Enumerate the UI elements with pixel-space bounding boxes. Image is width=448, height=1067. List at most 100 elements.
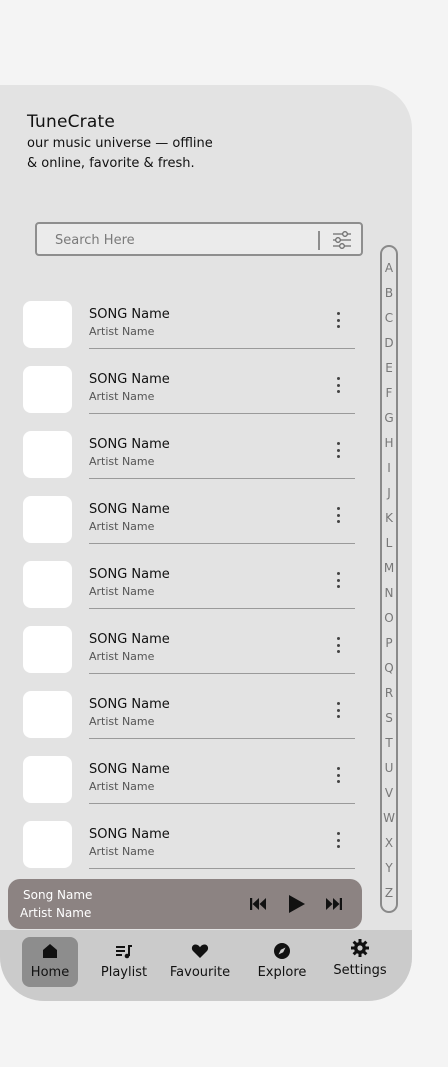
alphabet-letter[interactable]: T	[382, 736, 396, 750]
more-options-icon[interactable]	[329, 570, 347, 590]
artist-name: Artist Name	[89, 845, 155, 858]
alphabet-letter[interactable]: B	[382, 286, 396, 300]
alphabet-letter[interactable]: Z	[382, 886, 396, 900]
more-options-icon[interactable]	[329, 830, 347, 850]
compass-icon	[272, 941, 292, 961]
alphabet-letter[interactable]: I	[382, 461, 396, 475]
alphabet-letter[interactable]: J	[382, 486, 396, 500]
more-options-icon[interactable]	[329, 310, 347, 330]
nav-home[interactable]: Home	[22, 937, 78, 987]
alphabet-letter[interactable]: V	[382, 786, 396, 800]
row-divider	[89, 478, 355, 479]
nav-favourite-label: Favourite	[169, 965, 231, 980]
album-art	[23, 691, 72, 738]
album-art	[23, 431, 72, 478]
bottom-nav: Home Playlist Favourite Explore Settings	[0, 930, 412, 1001]
alphabet-letter[interactable]: N	[382, 586, 396, 600]
song-row[interactable]: SONG Name Artist Name	[0, 821, 370, 886]
song-row[interactable]: SONG Name Artist Name	[0, 626, 370, 691]
more-options-icon[interactable]	[329, 765, 347, 785]
artist-name: Artist Name	[89, 585, 155, 598]
filter-sliders-icon[interactable]	[331, 229, 353, 251]
search-bar	[35, 222, 363, 256]
alphabet-letter[interactable]: W	[382, 811, 396, 825]
nav-settings[interactable]: Settings	[330, 937, 390, 987]
previous-icon[interactable]	[247, 893, 269, 915]
row-divider	[89, 413, 355, 414]
album-art	[23, 626, 72, 673]
song-row[interactable]: SONG Name Artist Name	[0, 431, 370, 496]
play-icon[interactable]	[285, 893, 307, 915]
album-art	[23, 821, 72, 868]
song-name: SONG Name	[89, 567, 170, 582]
album-art	[23, 496, 72, 543]
artist-name: Artist Name	[89, 325, 155, 338]
row-divider	[89, 673, 355, 674]
artist-name: Artist Name	[89, 715, 155, 728]
song-name: SONG Name	[89, 697, 170, 712]
more-options-icon[interactable]	[329, 700, 347, 720]
song-row[interactable]: SONG Name Artist Name	[0, 496, 370, 561]
song-name: SONG Name	[89, 502, 170, 517]
alphabet-letter[interactable]: P	[382, 636, 396, 650]
alphabet-letter[interactable]: M	[382, 561, 396, 575]
alphabet-letter[interactable]: F	[382, 386, 396, 400]
song-row[interactable]: SONG Name Artist Name	[0, 561, 370, 626]
row-divider	[89, 868, 355, 869]
row-divider	[89, 543, 355, 544]
app-tagline: our music universe — offline & online, f…	[27, 136, 213, 171]
alphabet-letter[interactable]: S	[382, 711, 396, 725]
album-art	[23, 561, 72, 608]
heart-icon	[190, 941, 210, 961]
alphabet-letter[interactable]: R	[382, 686, 396, 700]
nav-playlist[interactable]: Playlist	[96, 937, 152, 987]
more-options-icon[interactable]	[329, 375, 347, 395]
song-row[interactable]: SONG Name Artist Name	[0, 756, 370, 821]
album-art	[23, 301, 72, 348]
album-art	[23, 366, 72, 413]
alphabet-index[interactable]: ABCDEFGHIJKLMNOPQRSTUVWXYZ	[380, 245, 398, 913]
now-playing-artist: Artist Name	[20, 906, 92, 920]
next-icon[interactable]	[323, 893, 345, 915]
artist-name: Artist Name	[89, 390, 155, 403]
song-name: SONG Name	[89, 762, 170, 777]
row-divider	[89, 803, 355, 804]
row-divider	[89, 608, 355, 609]
artist-name: Artist Name	[89, 520, 155, 533]
song-row[interactable]: SONG Name Artist Name	[0, 691, 370, 756]
mini-player[interactable]: Song Name Artist Name	[8, 879, 362, 929]
gear-icon	[350, 938, 370, 958]
nav-explore-label: Explore	[257, 965, 307, 980]
home-icon	[40, 941, 60, 961]
alphabet-letter[interactable]: E	[382, 361, 396, 375]
alphabet-letter[interactable]: G	[382, 411, 396, 425]
nav-favourite[interactable]: Favourite	[168, 937, 232, 987]
artist-name: Artist Name	[89, 780, 155, 793]
alphabet-letter[interactable]: K	[382, 511, 396, 525]
alphabet-letter[interactable]: O	[382, 611, 396, 625]
more-options-icon[interactable]	[329, 440, 347, 460]
more-options-icon[interactable]	[329, 635, 347, 655]
nav-playlist-label: Playlist	[100, 965, 148, 980]
alphabet-letter[interactable]: U	[382, 761, 396, 775]
alphabet-letter[interactable]: H	[382, 436, 396, 450]
alphabet-letter[interactable]: L	[382, 536, 396, 550]
search-divider	[318, 231, 320, 250]
artist-name: Artist Name	[89, 650, 155, 663]
row-divider	[89, 348, 355, 349]
alphabet-letter[interactable]: X	[382, 836, 396, 850]
more-options-icon[interactable]	[329, 505, 347, 525]
nav-explore[interactable]: Explore	[254, 937, 310, 987]
alphabet-letter[interactable]: Y	[382, 861, 396, 875]
alphabet-letter[interactable]: A	[382, 261, 396, 275]
song-row[interactable]: SONG Name Artist Name	[0, 301, 370, 366]
alphabet-letter[interactable]: C	[382, 311, 396, 325]
song-name: SONG Name	[89, 372, 170, 387]
row-divider	[89, 738, 355, 739]
alphabet-letter[interactable]: Q	[382, 661, 396, 675]
alphabet-letter[interactable]: D	[382, 336, 396, 350]
song-name: SONG Name	[89, 437, 170, 452]
song-row[interactable]: SONG Name Artist Name	[0, 366, 370, 431]
nav-home-label: Home	[30, 965, 70, 980]
search-input[interactable]	[55, 231, 305, 249]
